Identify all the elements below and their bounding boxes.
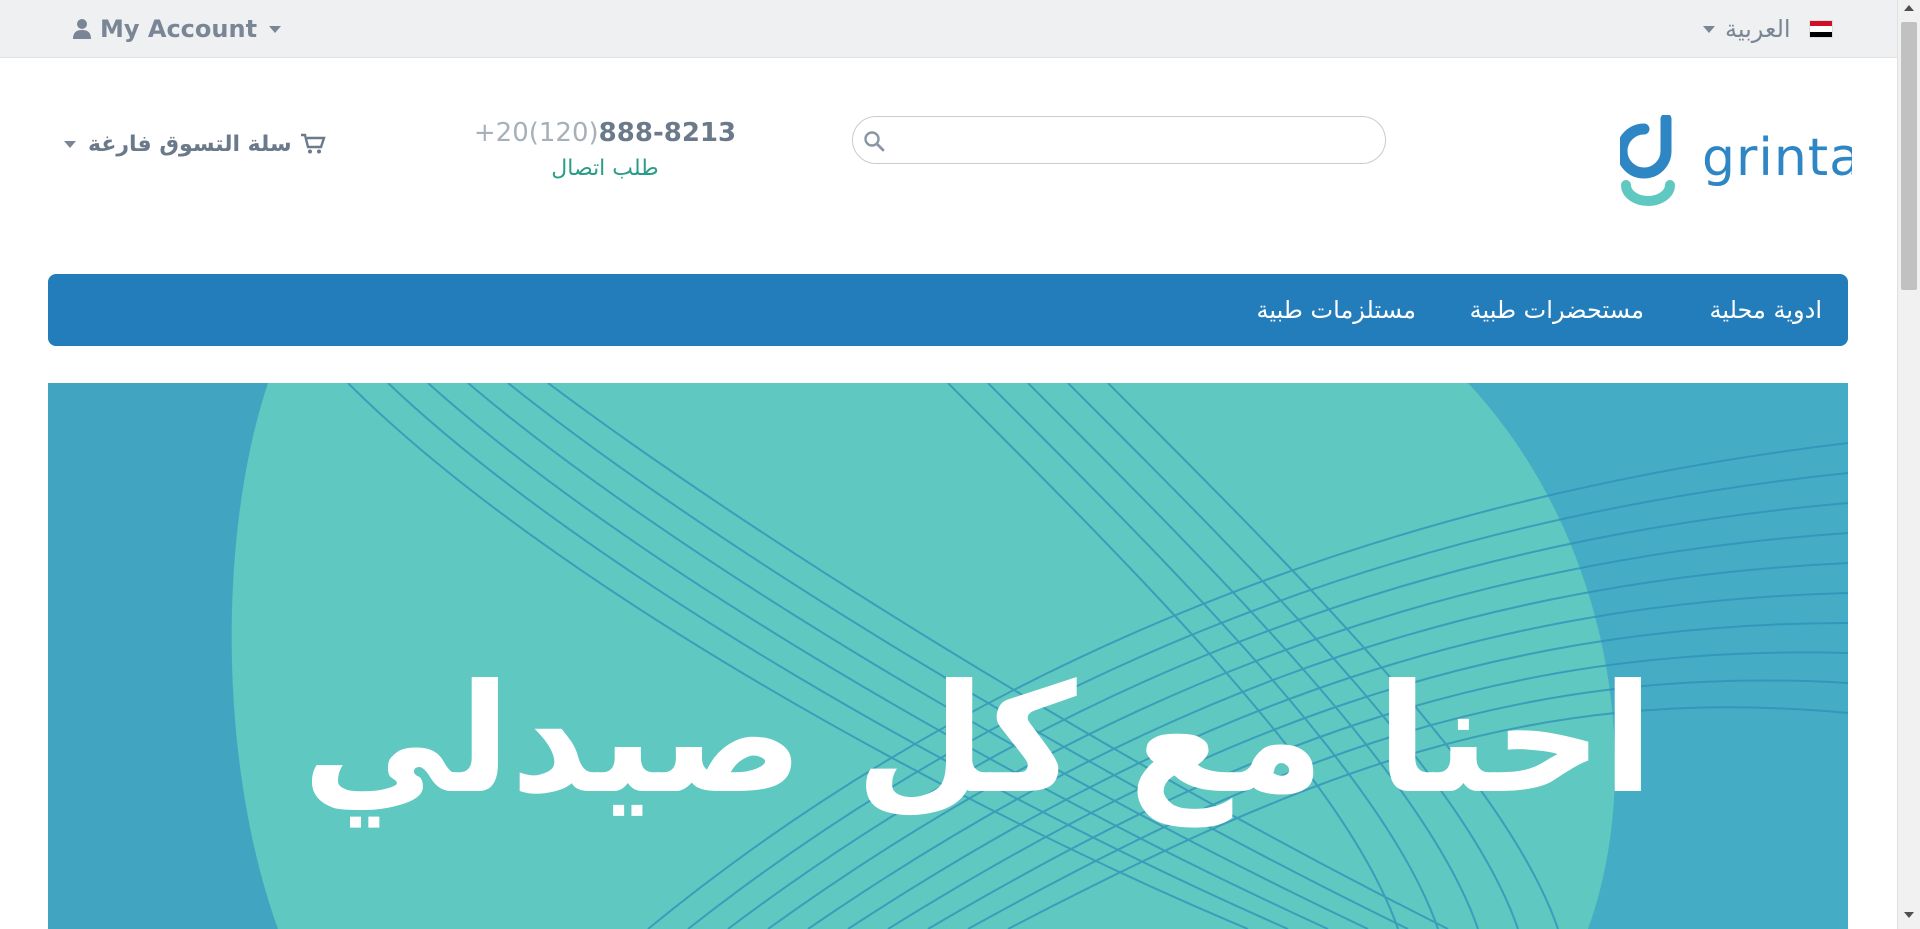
cart-label: سلة التسوق فارغة: [88, 131, 292, 157]
search-input[interactable]: [895, 123, 1369, 159]
phone-number: +20(120)888-8213: [440, 118, 770, 148]
search-icon[interactable]: [863, 130, 885, 152]
cart-icon: [300, 133, 326, 154]
user-icon: [73, 19, 91, 39]
cart-dropdown[interactable]: سلة التسوق فارغة: [64, 127, 326, 161]
logo-text: grinta: [1702, 128, 1852, 188]
phone-main: 888-8213: [598, 118, 737, 148]
phone-prefix: +20(120): [473, 118, 599, 148]
chevron-down-icon: [1703, 25, 1715, 33]
language-selector[interactable]: العربية: [1699, 12, 1833, 46]
my-account-dropdown[interactable]: My Account: [72, 12, 282, 46]
logo-mark-icon: [1620, 115, 1675, 206]
grinta-logo[interactable]: grinta: [1620, 115, 1852, 220]
call-request-link[interactable]: طلب اتصال: [540, 156, 670, 181]
arrow-down-icon[interactable]: [1904, 912, 1914, 918]
top-bar: My Account العربية: [0, 0, 1897, 58]
language-label: العربية: [1725, 15, 1791, 43]
nav-item-medical-preparations[interactable]: مستحضرات طبية: [1470, 274, 1644, 346]
scrollbar-thumb[interactable]: [1901, 22, 1917, 290]
my-account-label: My Account: [100, 15, 258, 43]
chevron-down-icon: [64, 140, 76, 148]
page-scrollbar[interactable]: [1897, 0, 1920, 929]
banner-headline: احنا مع كل صيدلي: [302, 653, 1654, 827]
nav-item-local-medicines[interactable]: ادوية محلية: [1709, 274, 1822, 346]
nav-item-medical-supplies[interactable]: مستلزمات طبية: [1256, 274, 1416, 346]
egypt-flag-icon: [1808, 20, 1833, 38]
hero-banner[interactable]: احنا مع كل صيدلي: [48, 383, 1848, 929]
main-nav: ادوية محلية مستحضرات طبية مستلزمات طبية: [48, 274, 1848, 346]
search-bar[interactable]: [852, 116, 1386, 164]
arrow-up-icon[interactable]: [1904, 5, 1914, 11]
chevron-down-icon: [269, 25, 282, 33]
